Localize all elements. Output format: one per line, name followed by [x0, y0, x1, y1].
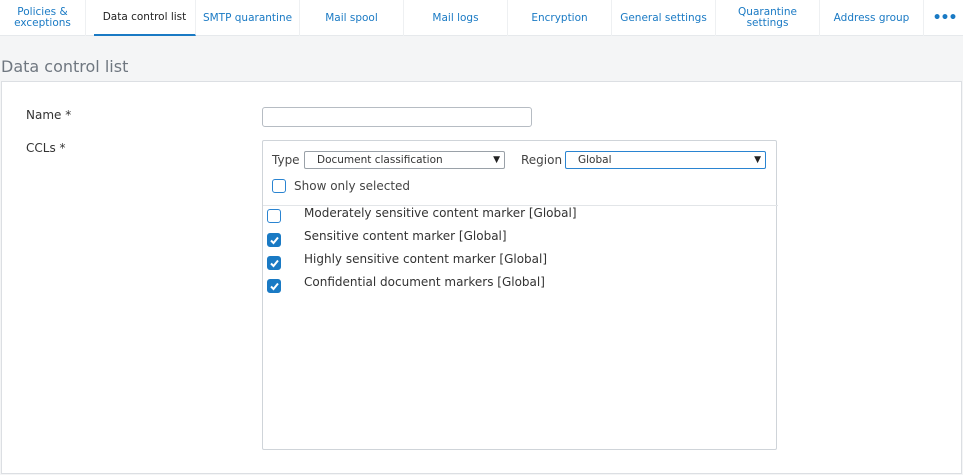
type-select-value: Document classification [317, 154, 443, 166]
show-only-selected-label: Show only selected [294, 179, 411, 193]
ccl-item-label: Moderately sensitive content marker [Glo… [304, 206, 577, 220]
region-select-value: Global [578, 154, 612, 166]
page-title: Data control list [1, 57, 129, 76]
tab-bar: Policies & exceptions Data control list … [0, 0, 963, 36]
ccl-selector: Type Document classification ▼ Region Gl… [262, 140, 778, 450]
tab-label: General settings [620, 11, 707, 24]
tab-label: Data control list [102, 10, 187, 23]
tab-mail-spool[interactable]: Mail spool [300, 0, 404, 36]
ccl-item-label: Sensitive content marker [Global] [304, 229, 507, 243]
tab-encryption[interactable]: Encryption [508, 0, 612, 36]
ccl-checkbox[interactable] [267, 256, 281, 270]
form-panel: Name * CCLs * Type Document classificati… [1, 81, 962, 474]
region-label: Region [521, 153, 563, 167]
more-tabs-button[interactable]: ••• [926, 0, 963, 36]
ccl-checkbox[interactable] [267, 209, 281, 223]
tab-quarantine-settings[interactable]: Quarantine settings [716, 0, 820, 36]
show-only-selected-checkbox[interactable] [272, 179, 286, 193]
tab-label: Mail logs [432, 11, 479, 24]
tab-address-group[interactable]: Address group [820, 0, 924, 36]
tab-policies-exceptions[interactable]: Policies & exceptions [0, 0, 86, 36]
checkmark-icon [270, 259, 279, 268]
name-label: Name * [26, 108, 72, 122]
tab-label: Address group [833, 11, 910, 24]
tab-data-control-list[interactable]: Data control list [94, 0, 196, 36]
tab-smtp-quarantine[interactable]: SMTP quarantine [196, 0, 300, 36]
tab-label: Policies & exceptions [14, 6, 71, 29]
type-label: Type [272, 153, 300, 167]
ccls-label: CCLs * [26, 141, 66, 155]
checkmark-icon [270, 236, 279, 245]
ccl-item-label: Confidential document markers [Global] [304, 275, 545, 289]
ccl-checkbox[interactable] [267, 233, 281, 247]
tab-mail-logs[interactable]: Mail logs [404, 0, 508, 36]
tab-label: Quarantine settings [738, 6, 797, 29]
ccl-item-label: Highly sensitive content marker [Global] [304, 252, 548, 266]
checkmark-icon [270, 282, 279, 291]
ccl-checkbox[interactable] [267, 279, 281, 293]
more-icon: ••• [932, 10, 958, 26]
type-select[interactable]: Document classification ▼ [304, 151, 505, 169]
dropdown-arrow-icon: ▼ [754, 155, 761, 165]
region-select[interactable]: Global ▼ [565, 151, 766, 169]
name-input[interactable] [262, 107, 532, 127]
tab-label: Mail spool [325, 11, 378, 24]
tab-general-settings[interactable]: General settings [612, 0, 716, 36]
tab-label: SMTP quarantine [202, 11, 293, 24]
tab-label: Encryption [531, 11, 588, 24]
dropdown-arrow-icon: ▼ [493, 155, 500, 165]
